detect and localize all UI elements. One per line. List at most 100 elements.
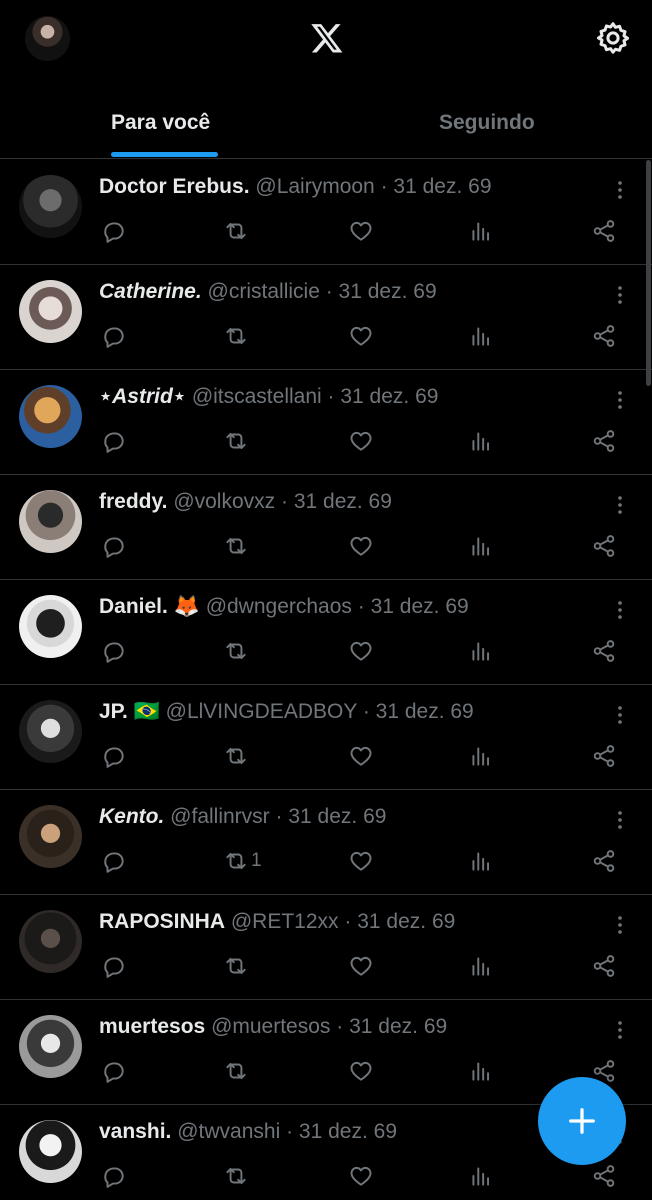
more-options-icon[interactable] [606,598,634,622]
views-button[interactable] [468,634,494,668]
like-button[interactable] [348,949,374,983]
avatar[interactable] [19,700,82,763]
profile-avatar[interactable] [25,16,70,61]
share-button[interactable] [591,949,617,983]
like-button[interactable] [348,214,374,248]
list-item[interactable]: ⋆Astrid⋆ @itscastellani · 31 dez. 69 [0,370,652,475]
avatar[interactable] [19,175,82,238]
x-logo-icon[interactable] [309,21,345,55]
like-button[interactable] [348,319,374,353]
display-name[interactable]: vanshi. [99,1120,171,1143]
username[interactable]: @dwngerchaos [206,595,352,618]
display-name[interactable]: muertesos [99,1015,205,1038]
share-button[interactable] [591,319,617,353]
share-button[interactable] [591,529,617,563]
username[interactable]: @fallinrvsr [170,805,270,828]
compose-button[interactable] [538,1077,626,1165]
avatar[interactable] [19,595,82,658]
username[interactable]: @LlVINGDEADBOY [166,700,357,723]
views-button[interactable] [468,1054,494,1088]
share-button[interactable] [591,424,617,458]
reply-button[interactable] [101,949,127,983]
more-options-icon[interactable] [606,1018,634,1042]
display-name[interactable]: RAPOSINHA [99,910,225,933]
reply-button[interactable] [101,529,127,563]
retweet-button[interactable] [223,319,251,353]
reply-button[interactable] [101,1054,127,1088]
username[interactable]: @Lairymoon [255,175,374,198]
username[interactable]: @itscastellani [192,385,322,408]
reply-button[interactable] [101,739,127,773]
retweet-button[interactable] [223,1159,251,1193]
like-button[interactable] [348,529,374,563]
display-name[interactable]: Doctor Erebus. [99,175,250,198]
more-options-icon[interactable] [606,913,634,937]
list-item[interactable]: Doctor Erebus. @Lairymoon · 31 dez. 69 [0,160,652,265]
username[interactable]: @twvanshi [177,1120,280,1143]
more-options-icon[interactable] [606,178,634,202]
more-options-icon[interactable] [606,703,634,727]
more-options-icon[interactable] [606,388,634,412]
list-item[interactable]: RAPOSINHA @RET12xx · 31 dez. 69 [0,895,652,1000]
like-button[interactable] [348,1054,374,1088]
share-button[interactable] [591,844,617,878]
retweet-button[interactable] [223,949,251,983]
views-button[interactable] [468,214,494,248]
retweet-button[interactable] [223,1054,251,1088]
more-options-icon[interactable] [606,283,634,307]
list-item[interactable]: freddy. @volkovxz · 31 dez. 69 [0,475,652,580]
views-button[interactable] [468,739,494,773]
avatar[interactable] [19,1015,82,1078]
retweet-button[interactable] [223,424,251,458]
avatar[interactable] [19,490,82,553]
username[interactable]: @muertesos [211,1015,330,1038]
reply-button[interactable] [101,634,127,668]
views-button[interactable] [468,949,494,983]
retweet-button[interactable] [223,634,251,668]
like-button[interactable] [348,739,374,773]
list-item[interactable]: Daniel. 🦊 @dwngerchaos · 31 dez. 69 [0,580,652,685]
avatar[interactable] [19,805,82,868]
display-name[interactable]: Catherine. [99,280,202,303]
views-button[interactable] [468,529,494,563]
display-name[interactable]: Daniel. 🦊 [99,595,200,618]
display-name[interactable]: ⋆Astrid⋆ [99,385,186,408]
display-name[interactable]: JP. 🇧🇷 [99,700,160,723]
list-item[interactable]: Kento. @fallinrvsr · 31 dez. 69 1 [0,790,652,895]
share-button[interactable] [591,634,617,668]
username[interactable]: @cristallicie [208,280,320,303]
display-name[interactable]: Kento. [99,805,164,828]
reply-button[interactable] [101,319,127,353]
avatar[interactable] [19,910,82,973]
views-button[interactable] [468,844,494,878]
views-button[interactable] [468,1159,494,1193]
like-button[interactable] [348,424,374,458]
username[interactable]: @volkovxz [173,490,275,513]
views-button[interactable] [468,424,494,458]
retweet-button[interactable] [223,529,251,563]
avatar[interactable] [19,385,82,448]
more-options-icon[interactable] [606,808,634,832]
retweet-button[interactable] [223,739,251,773]
like-button[interactable] [348,1159,374,1193]
like-button[interactable] [348,844,374,878]
reply-button[interactable] [101,424,127,458]
retweet-button[interactable] [223,214,251,248]
more-options-icon[interactable] [606,493,634,517]
share-button[interactable] [591,739,617,773]
tab-for-you[interactable]: Para você [111,96,210,158]
share-button[interactable] [591,214,617,248]
avatar[interactable] [19,1120,82,1183]
reply-button[interactable] [101,844,127,878]
tab-following[interactable]: Seguindo [439,96,535,158]
reply-button[interactable] [101,1159,127,1193]
reply-button[interactable] [101,214,127,248]
like-button[interactable] [348,634,374,668]
scrollbar[interactable] [646,160,651,386]
list-item[interactable]: JP. 🇧🇷 @LlVINGDEADBOY · 31 dez. 69 [0,685,652,790]
list-item[interactable]: Catherine. @cristallicie · 31 dez. 69 [0,265,652,370]
share-button[interactable] [591,1159,617,1193]
gear-icon[interactable] [595,20,631,56]
username[interactable]: @RET12xx [231,910,339,933]
views-button[interactable] [468,319,494,353]
